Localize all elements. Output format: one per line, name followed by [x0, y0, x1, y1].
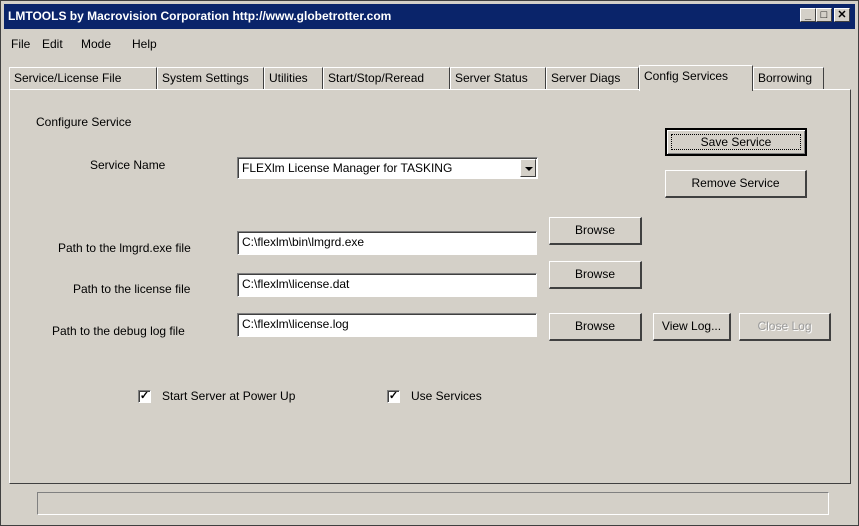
close-log-button[interactable]: Close Log: [739, 313, 831, 341]
maximize-button[interactable]: □: [816, 8, 832, 22]
lmgrd-path-input[interactable]: C:\flexlm\bin\lmgrd.exe: [237, 231, 537, 255]
debug-log-path-input[interactable]: C:\flexlm\license.log: [237, 313, 537, 337]
lmgrd-path-label: Path to the lmgrd.exe file: [58, 241, 191, 255]
use-services-label: Use Services: [411, 389, 482, 403]
debug-log-path-label: Path to the debug log file: [52, 324, 185, 338]
title-bar[interactable]: LMTOOLS by Macrovision Corporation http:…: [4, 4, 855, 29]
tab-system-settings[interactable]: System Settings: [157, 67, 264, 89]
remove-service-button[interactable]: Remove Service: [665, 170, 807, 198]
tab-server-diags[interactable]: Server Diags: [546, 67, 639, 89]
service-name-value: FLEXlm License Manager for TASKING: [242, 161, 453, 175]
service-name-combobox[interactable]: FLEXlm License Manager for TASKING: [237, 157, 538, 179]
start-at-powerup-label: Start Server at Power Up: [162, 389, 296, 403]
browse-lmgrd-button[interactable]: Browse: [549, 217, 642, 245]
start-at-powerup-checkbox[interactable]: ✓: [138, 390, 151, 403]
menu-help[interactable]: Help: [132, 37, 157, 51]
browse-license-button[interactable]: Browse: [549, 261, 642, 289]
tab-utilities[interactable]: Utilities: [264, 67, 323, 89]
focus-rectangle: [671, 134, 801, 150]
window-title: LMTOOLS by Macrovision Corporation http:…: [8, 9, 392, 23]
status-bar: [37, 492, 829, 515]
configure-service-heading: Configure Service: [36, 115, 132, 129]
save-service-button[interactable]: Save Service: [665, 128, 807, 156]
minimize-button[interactable]: _: [800, 8, 816, 22]
menu-edit[interactable]: Edit: [42, 37, 63, 51]
config-services-panel: Configure Service Service Name FLEXlm Li…: [9, 89, 851, 484]
tab-start-stop-reread[interactable]: Start/Stop/Reread: [323, 67, 450, 89]
use-services-checkbox[interactable]: ✓: [387, 390, 400, 403]
service-name-label: Service Name: [90, 158, 166, 172]
close-button[interactable]: ✕: [834, 8, 850, 22]
menu-file[interactable]: File: [11, 37, 30, 51]
chevron-down-icon: [525, 167, 533, 171]
tab-service-license-file[interactable]: Service/License File: [9, 67, 157, 89]
service-name-dropdown-button[interactable]: [520, 159, 536, 177]
tab-config-services[interactable]: Config Services: [639, 65, 753, 91]
menu-mode[interactable]: Mode: [81, 37, 111, 51]
license-path-label: Path to the license file: [73, 282, 191, 296]
view-log-button[interactable]: View Log...: [653, 313, 731, 341]
tab-borrowing[interactable]: Borrowing: [753, 67, 824, 89]
lmtools-window: LMTOOLS by Macrovision Corporation http:…: [0, 0, 859, 526]
license-path-input[interactable]: C:\flexlm\license.dat: [237, 273, 537, 297]
tab-server-status[interactable]: Server Status: [450, 67, 546, 89]
browse-debug-log-button[interactable]: Browse: [549, 313, 642, 341]
